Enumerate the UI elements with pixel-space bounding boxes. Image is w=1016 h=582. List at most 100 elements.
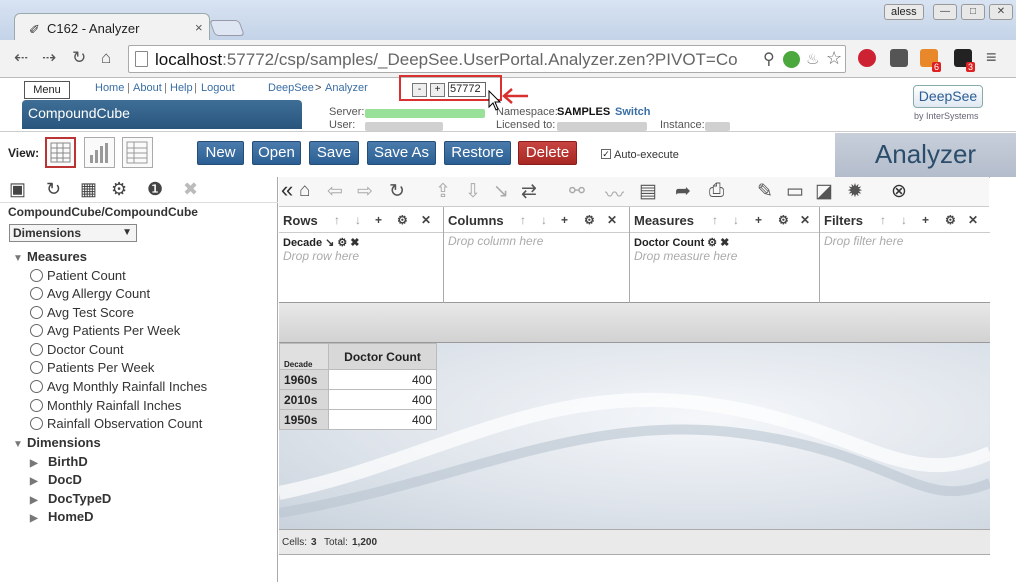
save-as-button[interactable]: Save As [367,141,436,165]
row-label[interactable]: 2010s [279,389,329,410]
zoom-search-icon[interactable]: ⚲ [763,49,775,69]
print-icon[interactable]: ⎙ [709,180,724,202]
rows-item-decade[interactable]: Decade ↘ ⚙ ✖ [283,236,359,249]
add-icon[interactable]: + [755,213,762,227]
ruler-icon[interactable]: ▭ [786,180,804,203]
breadcrumb-deepsee[interactable]: DeepSee [268,82,314,94]
measure-item[interactable]: Avg Monthly Rainfall Inches [30,379,207,394]
reload-icon[interactable]: ↻ [72,48,86,68]
row-dimension-header[interactable]: Decade [279,343,329,370]
measure-item[interactable]: Rainfall Observation Count [30,416,202,431]
measures-item-doctor-count[interactable]: Doctor Count ⚙ ✖ [634,236,729,249]
cube-icon[interactable]: ▣ [9,179,26,200]
zoom-value-field[interactable]: 57772 [448,82,486,97]
move-down-icon[interactable]: ↓ [901,213,907,227]
wrench-icon[interactable]: ✎ [757,180,773,203]
share-icon[interactable]: ➦ [675,180,691,203]
chrome-menu-icon[interactable]: ≡ [986,47,997,68]
collapse-left-icon[interactable]: « [281,177,293,203]
calculator-icon[interactable]: ▦ [80,179,97,200]
back-arrow-icon[interactable]: ⇦ [327,180,343,203]
extension-box-icon[interactable] [890,49,908,67]
logout-link[interactable]: Logout [201,82,235,94]
chart-table-view-icon[interactable] [122,137,153,168]
bookmark-star-icon[interactable]: ☆ [826,48,842,69]
dimension-item[interactable]: ▶ DocD [30,472,82,487]
maximize-icon[interactable]: □ [961,4,985,20]
close-icon[interactable]: ✖ [183,179,198,200]
browser-tab[interactable]: ✐ C162 - Analyzer × [14,13,210,41]
close-window-icon[interactable]: ✕ [989,4,1013,20]
move-up-icon[interactable]: ↑ [334,213,340,227]
home-icon[interactable]: ⌂ [299,180,310,202]
move-down-icon[interactable]: ↓ [541,213,547,227]
help-link[interactable]: Help [170,82,193,94]
item-remove-icon[interactable]: ✖ [350,237,359,249]
move-up-icon[interactable]: ↑ [712,213,718,227]
cell-value[interactable]: 400 [328,389,437,410]
sun-settings-icon[interactable]: ✹ [847,180,863,203]
dimensions-select[interactable]: Dimensions ▼ [9,224,137,242]
move-up-icon[interactable]: ↑ [520,213,526,227]
options-gear-icon[interactable]: ⚙ [945,213,956,227]
item-gear-icon[interactable]: ⚙ [337,237,347,249]
row-label[interactable]: 1950s [279,409,329,430]
clear-icon[interactable]: ✕ [421,213,431,227]
options-gear-icon[interactable]: ⚙ [778,213,789,227]
move-down-icon[interactable]: ↓ [355,213,361,227]
export-up-icon[interactable]: ⇪ [435,180,451,203]
download-icon[interactable]: ⇩ [465,180,481,203]
close-circle-icon[interactable]: ⊗ [891,180,907,203]
measure-item[interactable]: Patient Count [30,268,126,283]
refresh-icon[interactable]: ↻ [46,179,61,200]
measure-item[interactable]: Doctor Count [30,342,124,357]
home-icon[interactable]: ⌂ [101,48,111,68]
move-up-icon[interactable]: ↑ [880,213,886,227]
measure-item[interactable]: Avg Allergy Count [30,286,150,301]
open-button[interactable]: Open [252,141,301,165]
filters-shelf[interactable]: Filters ↑ ↓ + ⚙ ✕ Drop filter here [820,207,990,303]
clear-icon[interactable]: ✕ [800,213,810,227]
minimize-icon[interactable]: — [933,4,957,20]
add-icon[interactable]: + [922,213,929,227]
column-header[interactable]: Doctor Count [328,343,437,370]
advanced-options-icon[interactable]: ⚙ [397,213,408,227]
item-gear-icon[interactable]: ⚙ [707,237,717,249]
save-button[interactable]: Save [309,141,359,165]
home-link[interactable]: Home [95,82,124,94]
rows-shelf[interactable]: Rows ↑ ↓ + ⚙ ✕ Decade ↘ ⚙ ✖ Drop row here [279,207,444,303]
back-icon[interactable]: ⇠ [14,48,28,68]
clear-icon[interactable]: ✕ [968,213,978,227]
add-icon[interactable]: + [561,213,568,227]
swap-axes-icon[interactable]: ⇄ [521,180,537,203]
tab-close-icon[interactable]: × [195,20,203,35]
cell-value[interactable]: 400 [328,409,437,430]
about-link[interactable]: About [133,82,162,94]
measures-shelf[interactable]: Measures ↑ ↓ + ⚙ ✕ Doctor Count ⚙ ✖ Drop m… [630,207,820,303]
move-down-icon[interactable]: ↓ [733,213,739,227]
add-icon[interactable]: + [375,213,382,227]
pivot-table-view-icon[interactable] [45,137,76,168]
dimension-item[interactable]: ▶ BirthD [30,454,88,469]
measures-folder[interactable]: ▼ Measures [13,249,87,264]
measure-item[interactable]: Avg Test Score [30,305,134,320]
clear-icon[interactable]: ✕ [607,213,617,227]
address-bar[interactable]: localhost:57772/csp/samples/_DeepSee.Use… [128,45,846,73]
chart-line-icon[interactable]: ◪ [815,180,833,203]
dimension-item[interactable]: ▶ DocTypeD [30,491,111,506]
menu-button[interactable]: Menu [24,81,70,99]
cell-value[interactable]: 400 [328,369,437,390]
delete-button[interactable]: Delete [518,141,577,165]
measure-item[interactable]: Monthly Rainfall Inches [30,398,181,413]
mdx-query-icon[interactable]: ▤ [639,180,657,203]
auto-execute-checkbox[interactable]: ✓ [601,149,611,159]
measure-item[interactable]: Patients Per Week [30,360,154,375]
stop-extension-icon[interactable] [858,49,876,67]
new-tab-button[interactable] [209,20,245,36]
extension-green-icon[interactable] [783,51,800,68]
options-gear-icon[interactable]: ⚙ [584,213,595,227]
info-icon[interactable]: ❶ [147,179,163,200]
binoculars-icon[interactable]: ⚯ [569,180,585,203]
dimension-item[interactable]: ▶ HomeD [30,509,94,524]
drill-down-icon[interactable]: ↘ [493,180,509,203]
